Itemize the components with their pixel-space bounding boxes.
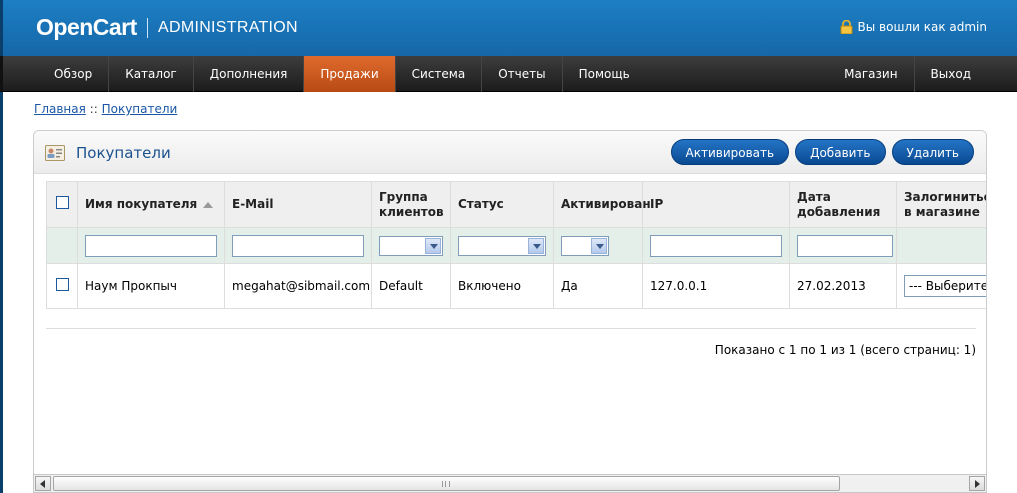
customer-card-icon <box>45 145 65 161</box>
panel-title: Покупатели <box>76 144 171 162</box>
customers-table-wrap: Имя покупателя E-Mail Группа клиентов Ст… <box>46 181 986 309</box>
filter-status-select[interactable] <box>458 235 546 256</box>
panel-header: Покупатели Активировать Добавить Удалить <box>34 131 986 174</box>
menu-left: Обзор Каталог Дополнения Продажи Система… <box>38 56 646 92</box>
breadcrumb-home[interactable]: Главная <box>34 102 86 116</box>
cell-date: 27.02.2013 <box>789 263 897 309</box>
column-header-login: Залогиниться в магазине <box>896 181 986 228</box>
scroll-left-icon[interactable] <box>35 476 51 491</box>
chevron-down-icon <box>528 237 544 254</box>
app-logo[interactable]: OpenCart <box>36 14 137 41</box>
delete-button[interactable]: Удалить <box>891 139 974 165</box>
table-row: Наум Прокпыч megahat@sibmail.com Default… <box>46 263 986 309</box>
logged-in-text: Вы вошли как admin <box>857 20 987 34</box>
breadcrumb-separator: :: <box>89 102 98 116</box>
table-header-row: Имя покупателя E-Mail Группа клиентов Ст… <box>46 181 986 228</box>
menu-item-reports[interactable]: Отчеты <box>482 56 563 92</box>
column-header-date[interactable]: Дата добавления <box>789 181 897 228</box>
breadcrumb: Главная :: Покупатели <box>34 102 177 116</box>
cell-name: Наум Прокпыч <box>77 263 225 309</box>
scrollbar-thumb[interactable] <box>53 476 840 491</box>
login-store-select[interactable]: --- Выберите --- <box>904 275 986 297</box>
main-menu: Обзор Каталог Дополнения Продажи Система… <box>0 56 1017 92</box>
add-button[interactable]: Добавить <box>795 139 886 165</box>
menu-item-system[interactable]: Система <box>396 56 483 92</box>
logo-divider <box>147 18 148 38</box>
column-header-status[interactable]: Статус <box>450 181 554 228</box>
filter-email-input[interactable] <box>232 234 364 257</box>
filter-date-input[interactable] <box>797 234 893 257</box>
cell-ip: 127.0.0.1 <box>642 263 790 309</box>
left-frame-edge <box>0 92 3 493</box>
customers-panel: Покупатели Активировать Добавить Удалить… <box>33 130 987 493</box>
cell-approved: Да <box>553 263 643 309</box>
filter-approved-select[interactable] <box>561 235 609 256</box>
scroll-right-icon[interactable] <box>969 476 985 491</box>
menu-item-help[interactable]: Помощь <box>563 56 646 92</box>
app-header: OpenCart ADMINISTRATION Вы вошли как adm… <box>0 0 1017 56</box>
menu-item-store[interactable]: Магазин <box>828 56 915 92</box>
menu-item-logout[interactable]: Выход <box>915 56 987 92</box>
horizontal-scrollbar[interactable] <box>33 474 987 493</box>
lock-icon <box>840 20 853 34</box>
customers-table: Имя покупателя E-Mail Группа клиентов Ст… <box>46 181 986 309</box>
menu-right: Магазин Выход <box>828 56 987 92</box>
cell-email: megahat@sibmail.com <box>224 263 372 309</box>
admin-label: ADMINISTRATION <box>158 19 298 36</box>
select-all-checkbox[interactable] <box>55 196 69 209</box>
grip-icon <box>442 481 450 487</box>
logged-in-status: Вы вошли как admin <box>840 20 987 34</box>
menu-item-extensions[interactable]: Дополнения <box>194 56 305 92</box>
cell-status: Включено <box>450 263 554 309</box>
filter-name-input[interactable] <box>85 234 217 257</box>
column-header-email[interactable]: E-Mail <box>224 181 372 228</box>
column-header-group[interactable]: Группа клиентов <box>371 181 451 228</box>
row-checkbox[interactable] <box>55 278 69 291</box>
chevron-down-icon <box>425 237 441 254</box>
approve-button[interactable]: Активировать <box>670 139 790 165</box>
column-header-ip[interactable]: IP <box>642 181 790 228</box>
menu-item-catalog[interactable]: Каталог <box>109 56 194 92</box>
cell-group: Default <box>371 263 451 309</box>
menu-item-sales[interactable]: Продажи <box>304 56 396 92</box>
column-header-approved[interactable]: Активирован <box>553 181 651 228</box>
filter-ip-input[interactable] <box>650 234 782 257</box>
pagination-text: Показано с 1 по 1 из 1 (всего страниц: 1… <box>714 343 976 357</box>
column-header-name[interactable]: Имя покупателя <box>77 181 225 228</box>
sort-asc-icon <box>203 201 214 208</box>
chevron-down-icon <box>591 237 607 254</box>
pagination-divider <box>46 328 976 329</box>
filter-group-select[interactable] <box>379 235 443 256</box>
panel-actions: Активировать Добавить Удалить <box>670 139 974 165</box>
filter-row <box>46 227 986 264</box>
breadcrumb-customers[interactable]: Покупатели <box>102 102 178 116</box>
menu-item-dashboard[interactable]: Обзор <box>38 56 110 92</box>
